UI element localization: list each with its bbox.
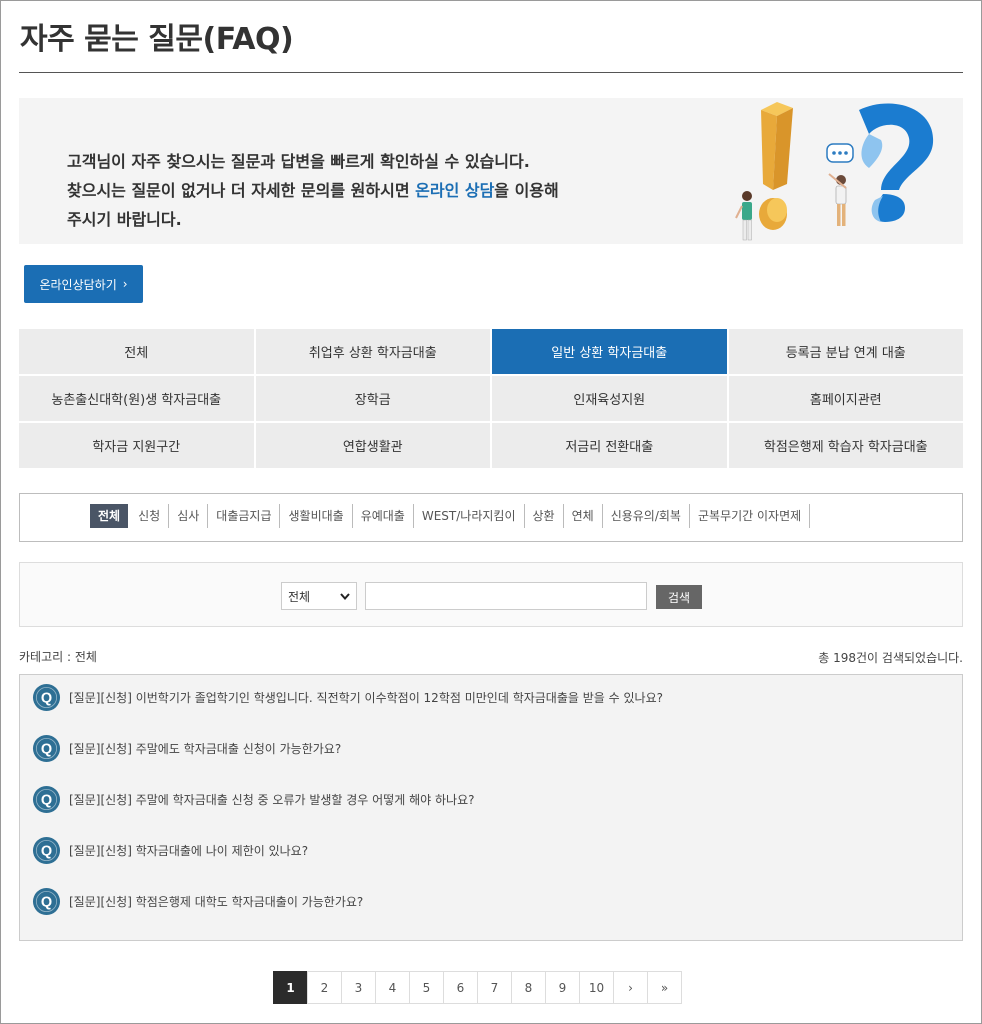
question-icon-letter: Q [41, 690, 52, 706]
question-icon: Q [32, 683, 61, 712]
page-button[interactable]: 1 [273, 971, 308, 1004]
search-panel: 전체 검색 [19, 562, 963, 627]
sub-category-tab[interactable]: 생활비대출 [280, 504, 353, 528]
faq-question: [질문][신청] 주말에도 학자금대출 신청이 가능한가요? [69, 742, 342, 756]
category-tab[interactable]: 등록금 분납 연계 대출 [728, 329, 963, 374]
sub-category-tab[interactable]: 군복무기간 이자면제 [690, 504, 811, 528]
category-tab[interactable]: 학자금 지원구간 [19, 423, 254, 468]
sub-category-tab[interactable]: 대출금지급 [208, 504, 281, 528]
online-consult-link[interactable]: 온라인 상담 [415, 181, 494, 200]
next-page-button[interactable]: › [613, 971, 648, 1004]
faq-list: Q [질문][신청] 이번학기가 졸업학기인 학생입니다. 직전학기 이수학점이 … [19, 674, 963, 941]
category-tab[interactable]: 홈페이지관련 [728, 376, 963, 421]
online-consult-button-label: 온라인상담하기 [39, 277, 117, 292]
sub-category-tab[interactable]: WEST/나라지킴이 [414, 504, 525, 528]
banner-line-1: 고객님이 자주 찾으시는 질문과 답변을 빠르게 확인하실 수 있습니다. [67, 152, 530, 171]
sub-category-tab[interactable]: 심사 [169, 504, 209, 528]
online-consult-button[interactable]: 온라인상담하기 › [24, 265, 143, 303]
faq-question: [질문][신청] 학점은행제 대학도 학자금대출이 가능한가요? [69, 895, 364, 909]
faq-item[interactable]: Q [질문][신청] 이번학기가 졸업학기인 학생입니다. 직전학기 이수학점이 … [32, 683, 663, 712]
banner-line-3: 주시기 바랍니다. [67, 210, 182, 229]
search-scope-select[interactable]: 전체 [281, 582, 357, 610]
search-scope-value: 전체 [288, 589, 311, 604]
question-icon: Q [32, 734, 61, 763]
chevron-down-icon [340, 592, 350, 600]
info-banner: 고객님이 자주 찾으시는 질문과 답변을 빠르게 확인하실 수 있습니다. 찾으… [19, 98, 963, 244]
sub-category-tab[interactable]: 상환 [525, 504, 564, 528]
category-tab[interactable]: 전체 [19, 329, 254, 374]
page-title: 자주 묻는 질문(FAQ) [20, 22, 294, 57]
result-count: 총 198건이 검색되었습니다. [818, 651, 963, 665]
page-button[interactable]: 4 [375, 971, 410, 1004]
faq-item[interactable]: Q [질문][신청] 주말에도 학자금대출 신청이 가능한가요? [32, 734, 341, 763]
question-icon: Q [32, 836, 61, 865]
search-button[interactable]: 검색 [656, 585, 702, 609]
search-input[interactable] [365, 582, 647, 610]
sub-category-tab[interactable]: 연체 [564, 504, 603, 528]
question-icon-letter: Q [41, 843, 52, 859]
sub-category-bar: 전체 신청 심사 대출금지급 생활비대출 유예대출 WEST/나라지킴이 상환 연체 신용유의/회… [19, 493, 963, 542]
sub-category-tab[interactable]: 유예대출 [353, 504, 414, 528]
banner-line-2-pre: 찾으시는 질문이 없거나 더 자세한 문의를 원하시면 [67, 181, 416, 200]
last-page-button[interactable]: » [647, 971, 682, 1004]
category-tab[interactable]: 농촌출신대학(원)생 학자금대출 [19, 376, 254, 421]
sub-category-tab[interactable]: 신용유의/회복 [603, 504, 690, 528]
question-icon-letter: Q [41, 741, 52, 757]
category-tab[interactable]: 학점은행제 학습자 학자금대출 [728, 423, 963, 468]
faq-question: [질문][신청] 주말에 학자금대출 신청 중 오류가 발생할 경우 어떻게 해… [69, 793, 475, 807]
sub-category-tab[interactable]: 전체 [90, 504, 129, 528]
page-button[interactable]: 3 [341, 971, 376, 1004]
page-button[interactable]: 10 [579, 971, 614, 1004]
current-category-label: 카테고리 : 전체 [19, 650, 97, 664]
question-icon: Q [32, 785, 61, 814]
page-button[interactable]: 7 [477, 971, 512, 1004]
sub-category-tab[interactable]: 신청 [130, 504, 170, 528]
pagination: 1 2 3 4 5 6 7 8 9 10 ›» [273, 971, 682, 1004]
faq-illustration [735, 102, 934, 241]
chevron-right-icon: › [122, 277, 128, 291]
category-tab[interactable]: 장학금 [255, 376, 490, 421]
category-tab[interactable]: 인재육성지원 [492, 376, 727, 421]
category-tab[interactable]: 연합생활관 [255, 423, 490, 468]
faq-question: [질문][신청] 이번학기가 졸업학기인 학생입니다. 직전학기 이수학점이 1… [69, 691, 663, 705]
title-divider [19, 72, 963, 73]
sub-category-tabs: 전체 신청 심사 대출금지급 생활비대출 유예대출 WEST/나라지킴이 상환 연체 신용유의/회… [90, 504, 811, 528]
category-tabs: 전체 취업후 상환 학자금대출 일반 상환 학자금대출 등록금 분납 연계 대출농촌출… [19, 329, 963, 468]
category-tab[interactable]: 일반 상환 학자금대출 [492, 329, 727, 374]
category-tab[interactable]: 취업후 상환 학자금대출 [255, 329, 490, 374]
page-button[interactable]: 8 [511, 971, 546, 1004]
page-button[interactable]: 5 [409, 971, 444, 1004]
faq-item[interactable]: Q [질문][신청] 학자금대출에 나이 제한이 있나요? [32, 836, 308, 865]
faq-question: [질문][신청] 학자금대출에 나이 제한이 있나요? [69, 844, 309, 858]
banner-text: 고객님이 자주 찾으시는 질문과 답변을 빠르게 확인하실 수 있습니다. 찾으… [67, 147, 707, 234]
question-icon-letter: Q [41, 792, 52, 808]
faq-item[interactable]: Q [질문][신청] 학점은행제 대학도 학자금대출이 가능한가요? [32, 887, 363, 916]
page-button[interactable]: 6 [443, 971, 478, 1004]
page-button[interactable]: 2 [307, 971, 342, 1004]
page-button[interactable]: 9 [545, 971, 580, 1004]
banner-line-2-post: 을 이용해 [494, 181, 559, 200]
category-tab[interactable]: 저금리 전환대출 [492, 423, 727, 468]
question-icon-letter: Q [41, 894, 52, 910]
question-icon: Q [32, 887, 61, 916]
faq-item[interactable]: Q [질문][신청] 주말에 학자금대출 신청 중 오류가 발생할 경우 어떻게 … [32, 785, 474, 814]
banner-line-2: 찾으시는 질문이 없거나 더 자세한 문의를 원하시면 온라인 상담을 이용해 [67, 176, 707, 205]
